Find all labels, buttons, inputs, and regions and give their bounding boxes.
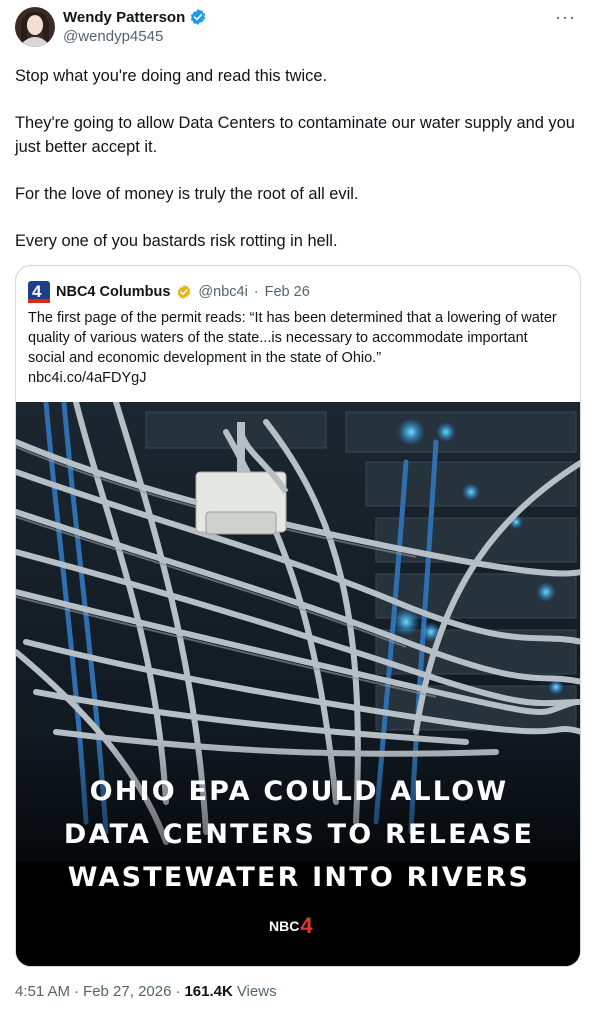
separator-dot: · — [74, 983, 80, 1000]
quoted-author-handle[interactable]: @nbc4i — [198, 284, 247, 300]
nbc4-logo-icon[interactable]: 4 — [28, 281, 50, 303]
tweet-time[interactable]: 4:51 AM — [15, 983, 70, 1000]
tweet-text-paragraph: Stop what you're doing and read this twi… — [15, 67, 328, 85]
quoted-media-image[interactable]: OHIO EPA COULD ALLOW DATA CENTERS TO REL… — [16, 402, 580, 966]
image-caption-line: DATA CENTERS TO RELEASE — [63, 819, 535, 850]
tweet: Wendy Patterson @wendyp4545 ··· Stop wha… — [0, 0, 592, 1014]
quoted-tweet-text: The first page of the permit reads: “It … — [28, 308, 568, 388]
views-label: Views — [236, 983, 277, 1000]
quoted-tweet[interactable]: 4 NBC4 Columbus @nbc4i · Feb 26 The firs… — [15, 265, 581, 967]
image-caption-line: WASTEWATER INTO RIVERS — [67, 862, 531, 893]
author-handle[interactable]: @wendyp4545 — [63, 28, 163, 45]
author-name-row: Wendy Patterson — [63, 8, 207, 26]
quoted-author-name[interactable]: NBC4 Columbus — [56, 284, 170, 300]
author-display-name[interactable]: Wendy Patterson — [63, 9, 185, 26]
quoted-date[interactable]: Feb 26 — [265, 284, 310, 300]
tweet-text-paragraph: Every one of you bastards risk rotting i… — [15, 232, 338, 250]
views-count[interactable]: 161.4K — [184, 983, 232, 1000]
verified-badge-icon — [191, 9, 206, 25]
image-caption-line: OHIO EPA COULD ALLOW — [89, 776, 509, 807]
gold-verified-badge-icon — [178, 285, 191, 299]
quoted-tweet-header: 4 NBC4 Columbus @nbc4i · Feb 26 — [28, 281, 310, 303]
separator-dot: · — [253, 284, 259, 300]
tweet-text-paragraph: For the love of money is truly the root … — [15, 185, 359, 203]
tweet-date[interactable]: Feb 27, 2026 — [83, 983, 171, 1000]
quoted-text-body: The first page of the permit reads: “It … — [28, 310, 557, 366]
quoted-link[interactable]: nbc4i.co/4aFDYgJ — [28, 370, 146, 386]
more-options-icon[interactable]: ··· — [555, 8, 576, 26]
tweet-text-paragraph: They're going to allow Data Centers to c… — [15, 114, 575, 156]
separator-dot: · — [175, 983, 181, 1000]
tweet-footer: 4:51 AM · Feb 27, 2026 · 161.4K Views — [15, 983, 277, 1000]
author-avatar[interactable] — [15, 7, 55, 47]
nbc4-watermark-logo: NBC 4 — [269, 913, 313, 938]
tweet-text: Stop what you're doing and read this twi… — [15, 64, 583, 276]
